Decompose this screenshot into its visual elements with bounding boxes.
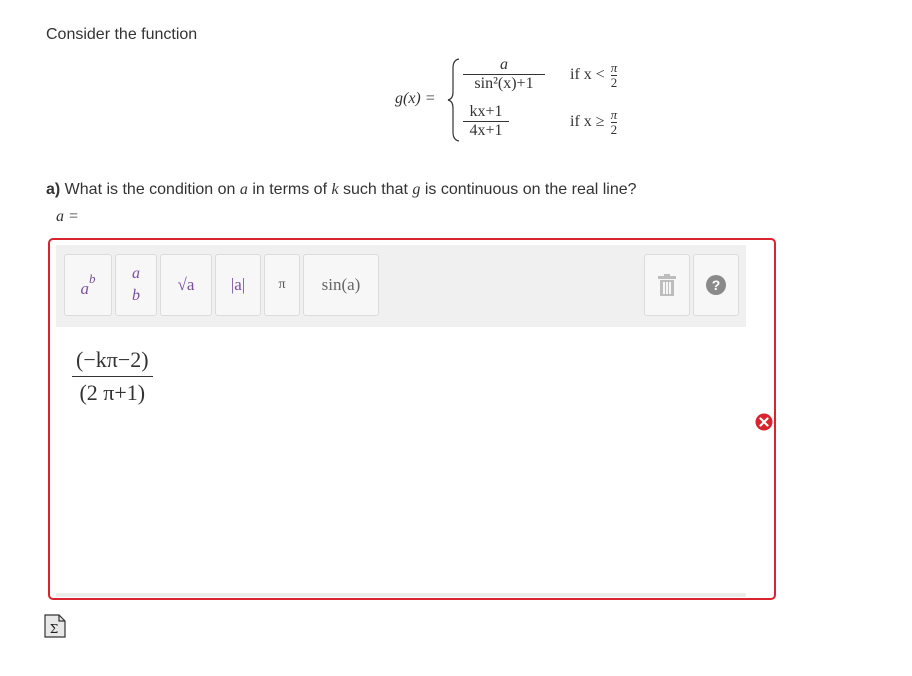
fraction-den: b [132,287,140,304]
question-text: a) What is the condition on a in terms o… [46,181,637,199]
trash-button[interactable] [644,254,690,316]
piecewise-function: g(x) = a sin²(x)+1 if x < π2 kx+1 4x+1 i… [395,56,655,146]
power-button[interactable]: ab [64,254,112,316]
help-icon: ? [706,275,726,295]
sin-button[interactable]: sin(a) [303,254,379,316]
power-base: a [80,279,90,298]
case1-cond-num: π [610,60,618,75]
case2-cond-den: 2 [610,122,618,137]
case2-denominator: 4x+1 [469,122,503,139]
case1-denominator: sin²(x)+1 [474,75,534,92]
svg-text:Σ: Σ [50,622,58,636]
var-a: a [239,181,248,198]
sqrt-button[interactable]: √a [160,254,212,316]
case1-cond-den: 2 [610,75,618,90]
answer-denominator: (2 π+1) [79,380,146,405]
fraction-num: a [132,265,140,282]
formula-sigma-icon[interactable]: Σ [44,614,66,638]
problem-prompt: Consider the function [46,26,198,43]
trash-icon [658,274,676,296]
abs-button[interactable]: |a| [215,254,261,316]
sqrt-label: √a [177,275,195,294]
var-k: k [331,181,339,198]
question-text-3: such that [338,181,413,198]
case2-fraction: kx+1 4x+1 [463,103,509,140]
error-x-icon [755,413,773,431]
answer-numerator: (−kπ−2) [76,347,149,372]
editor-toolbar: ab a b √a |a| π sin(a) ? [56,245,746,327]
question-part: a) [46,181,61,198]
case1-condition: if x < π2 [570,60,618,90]
case2-numerator: kx+1 [469,103,503,120]
answer-label: a = [56,208,79,225]
power-exp: b [89,271,96,286]
question-text-4: is continuous on the real line? [420,181,637,198]
question-text-1: What is the condition on [60,181,240,198]
question-text-2: in terms of [247,181,332,198]
case1-condition-text: if x < [570,66,605,84]
svg-text:?: ? [712,277,721,293]
pi-button[interactable]: π [264,254,300,316]
answer-input[interactable]: (−kπ−2) (2 π+1) [56,327,746,597]
case1-numerator: a [500,56,508,73]
math-editor[interactable]: ab a b √a |a| π sin(a) ? (−kπ−2) (2 π+1) [48,238,776,600]
left-brace [447,58,460,142]
fraction-button[interactable]: a b [115,254,157,316]
pi-label: π [278,277,286,292]
function-lhs: g(x) = [395,90,436,107]
answer-expression: (−kπ−2) (2 π+1) [72,347,153,406]
case2-cond-num: π [610,107,618,122]
case2-condition-text: if x ≥ [570,113,605,131]
case1-fraction: a sin²(x)+1 [463,56,545,93]
case2-condition: if x ≥ π2 [570,107,618,137]
sin-label: sin(a) [321,275,361,294]
help-button[interactable]: ? [693,254,739,316]
abs-label: |a| [230,275,246,294]
